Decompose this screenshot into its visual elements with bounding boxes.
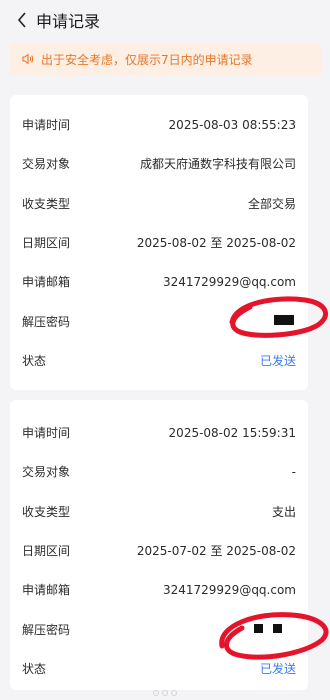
status-row: 状态 已发送 — [22, 649, 296, 688]
email-value: 3241729929@qq.com — [162, 274, 296, 289]
type-value: 全部交易 — [247, 196, 296, 211]
redaction-block — [273, 624, 282, 634]
status-label: 状态 — [22, 353, 47, 368]
apply-time-value: 2025-08-02 15:59:31 — [168, 425, 296, 440]
header: 申请记录 — [0, 0, 330, 40]
password-row: 解压密码 — [22, 609, 296, 648]
email-row: 申请邮箱 3241729929@qq.com — [22, 262, 296, 301]
redaction-block — [274, 315, 294, 326]
email-row: 申请邮箱 3241729929@qq.com — [22, 570, 296, 609]
status-value[interactable]: 已发送 — [260, 352, 296, 369]
apply-time-value: 2025-08-03 08:55:23 — [168, 117, 296, 132]
date-range-row: 日期区间 2025-08-02 至 2025-08-02 — [22, 223, 296, 262]
counterparty-label: 交易对象 — [22, 157, 71, 172]
speaker-icon — [21, 52, 35, 66]
date-range-label: 日期区间 — [22, 544, 71, 559]
chevron-left-icon[interactable] — [10, 8, 34, 32]
password-value — [254, 622, 296, 636]
status-label: 状态 — [22, 661, 47, 676]
page: 申请记录 出于安全考虑，仅展示7日内的申请记录 申请时间 2025-08-03 … — [0, 0, 330, 700]
apply-time-row: 申请时间 2025-08-03 08:55:23 — [22, 105, 296, 144]
page-title: 申请记录 — [36, 12, 101, 31]
apply-time-label: 申请时间 — [22, 118, 71, 133]
apply-time-label: 申请时间 — [22, 426, 71, 441]
email-label: 申请邮箱 — [22, 583, 71, 598]
password-label: 解压密码 — [22, 622, 71, 637]
date-range-value: 2025-07-02 至 2025-08-02 — [136, 544, 296, 559]
email-value: 3241729929@qq.com — [162, 582, 296, 597]
apply-time-row: 申请时间 2025-08-02 15:59:31 — [22, 413, 296, 452]
email-label: 申请邮箱 — [22, 275, 71, 290]
counterparty-value: - — [291, 464, 296, 479]
password-row: 解压密码 — [22, 301, 296, 340]
status-value[interactable]: 已发送 — [260, 660, 296, 677]
type-value: 支出 — [271, 504, 296, 519]
counterparty-label: 交易对象 — [22, 465, 71, 480]
status-row: 状态 已发送 — [22, 341, 296, 380]
password-label: 解压密码 — [22, 314, 71, 329]
record-card: 申请时间 2025-08-03 08:55:23 交易对象 成都天府通数字科技有… — [10, 95, 308, 390]
password-value — [274, 314, 296, 328]
type-row: 收支类型 全部交易 — [22, 184, 296, 223]
counterparty-row: 交易对象 成都天府通数字科技有限公司 — [22, 144, 296, 183]
notice-text: 出于安全考虑，仅展示7日内的申请记录 — [41, 52, 253, 67]
date-range-label: 日期区间 — [22, 236, 71, 251]
notice-banner: 出于安全考虑，仅展示7日内的申请记录 — [9, 43, 321, 75]
record-card: 申请时间 2025-08-02 15:59:31 交易对象 - 收支类型 支出 … — [10, 400, 308, 690]
counterparty-value: 成都天府通数字科技有限公司 — [139, 157, 296, 172]
type-row: 收支类型 支出 — [22, 492, 296, 531]
type-label: 收支类型 — [22, 504, 71, 519]
date-range-value: 2025-08-02 至 2025-08-02 — [136, 236, 296, 251]
redaction-block — [254, 624, 263, 634]
counterparty-row: 交易对象 - — [22, 452, 296, 491]
date-range-row: 日期区间 2025-07-02 至 2025-08-02 — [22, 531, 296, 570]
type-label: 收支类型 — [22, 196, 71, 211]
scroll-indicator — [150, 690, 180, 696]
